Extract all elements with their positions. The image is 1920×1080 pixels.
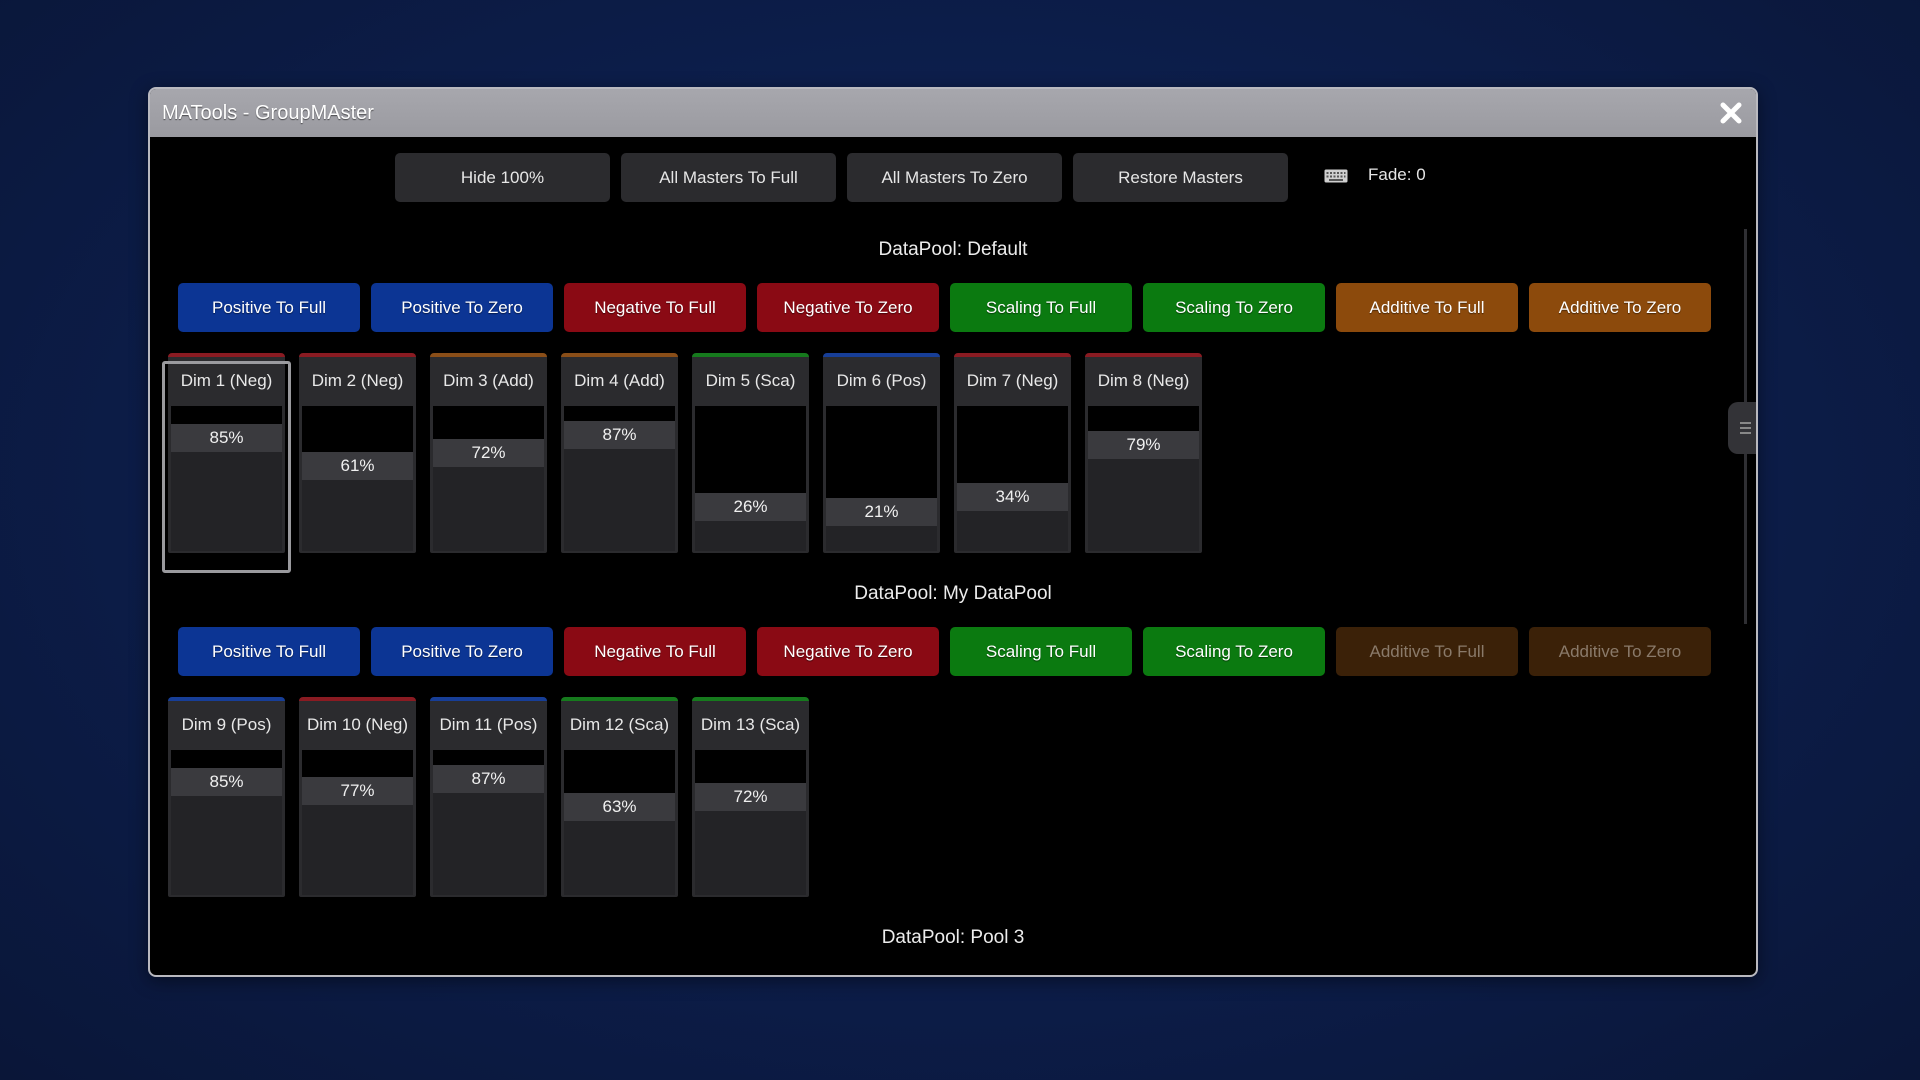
- groupmaster-window: MATools - GroupMAster Hide 100% All Mast…: [148, 87, 1758, 977]
- fader-dim-5-sca[interactable]: Dim 5 (Sca) 26%: [692, 353, 809, 553]
- fader-value[interactable]: 79%: [1088, 431, 1199, 459]
- positive-to-zero-button[interactable]: Positive To Zero: [371, 283, 553, 332]
- scaling-to-zero-button[interactable]: Scaling To Zero: [1143, 627, 1325, 676]
- fader-value[interactable]: 34%: [957, 483, 1068, 511]
- fader-track[interactable]: 72%: [695, 750, 806, 895]
- fader-dim-4-add[interactable]: Dim 4 (Add) 87%: [561, 353, 678, 553]
- fader-fill: [826, 526, 937, 551]
- fader-fill: [302, 480, 413, 551]
- fader-fill: [433, 793, 544, 895]
- datapool-title: DataPool: My DataPool: [854, 583, 1052, 604]
- fader-dim-7-neg[interactable]: Dim 7 (Neg) 34%: [954, 353, 1071, 553]
- all-masters-to-full-button[interactable]: All Masters To Full: [621, 153, 836, 202]
- fader-label: Dim 13 (Sca): [692, 701, 809, 749]
- window-title: MATools - GroupMAster: [162, 102, 374, 124]
- negative-to-full-button[interactable]: Negative To Full: [564, 627, 746, 676]
- fader-label: Dim 8 (Neg): [1085, 357, 1202, 405]
- fader-track[interactable]: 34%: [957, 406, 1068, 551]
- fader-track[interactable]: 77%: [302, 750, 413, 895]
- scaling-to-full-button[interactable]: Scaling To Full: [950, 627, 1132, 676]
- positive-to-zero-button[interactable]: Positive To Zero: [371, 627, 553, 676]
- fader-track[interactable]: 21%: [826, 406, 937, 551]
- fader-value[interactable]: 77%: [302, 777, 413, 805]
- fader-value[interactable]: 72%: [433, 439, 544, 467]
- fader-value[interactable]: 85%: [171, 424, 282, 452]
- fader-track[interactable]: 85%: [171, 750, 282, 895]
- fader-value[interactable]: 63%: [564, 793, 675, 821]
- fader-fill: [564, 821, 675, 895]
- fader-label: Dim 3 (Add): [430, 357, 547, 405]
- fader-fill: [957, 511, 1068, 551]
- fader-fill: [695, 811, 806, 895]
- fader-track[interactable]: 72%: [433, 406, 544, 551]
- additive-to-full-button[interactable]: Additive To Full: [1336, 627, 1518, 676]
- fader-dim-1-neg[interactable]: Dim 1 (Neg) 85%: [168, 353, 285, 553]
- fader-fill: [433, 467, 544, 551]
- fader-value[interactable]: 26%: [695, 493, 806, 521]
- fader-dim-12-sca[interactable]: Dim 12 (Sca) 63%: [561, 697, 678, 897]
- fader-value[interactable]: 72%: [695, 783, 806, 811]
- fader-label: Dim 7 (Neg): [954, 357, 1071, 405]
- fader-value[interactable]: 61%: [302, 452, 413, 480]
- negative-to-zero-button[interactable]: Negative To Zero: [757, 283, 939, 332]
- fader-track[interactable]: 87%: [433, 750, 544, 895]
- fader-dim-8-neg[interactable]: Dim 8 (Neg) 79%: [1085, 353, 1202, 553]
- fader-label: Dim 10 (Neg): [299, 701, 416, 749]
- keyboard-icon[interactable]: [1324, 169, 1348, 183]
- scaling-to-zero-button[interactable]: Scaling To Zero: [1143, 283, 1325, 332]
- fader-label: Dim 1 (Neg): [168, 357, 285, 405]
- positive-to-full-button[interactable]: Positive To Full: [178, 283, 360, 332]
- fader-track[interactable]: 26%: [695, 406, 806, 551]
- fader-track[interactable]: 63%: [564, 750, 675, 895]
- fader-label: Dim 12 (Sca): [561, 701, 678, 749]
- negative-to-zero-button[interactable]: Negative To Zero: [757, 627, 939, 676]
- datapool-title: DataPool: Pool 3: [881, 927, 1025, 948]
- fader-dim-6-pos[interactable]: Dim 6 (Pos) 21%: [823, 353, 940, 553]
- fader-value[interactable]: 87%: [564, 421, 675, 449]
- positive-to-full-button[interactable]: Positive To Full: [178, 627, 360, 676]
- fader-fill: [564, 449, 675, 551]
- scaling-to-full-button[interactable]: Scaling To Full: [950, 283, 1132, 332]
- fader-track[interactable]: 87%: [564, 406, 675, 551]
- fader-fill: [695, 521, 806, 551]
- fader-track[interactable]: 61%: [302, 406, 413, 551]
- fader-dim-10-neg[interactable]: Dim 10 (Neg) 77%: [299, 697, 416, 897]
- fader-dim-13-sca[interactable]: Dim 13 (Sca) 72%: [692, 697, 809, 897]
- restore-masters-button[interactable]: Restore Masters: [1073, 153, 1288, 202]
- fader-label: Dim 11 (Pos): [430, 701, 547, 749]
- close-icon[interactable]: [1716, 98, 1746, 128]
- fader-dim-3-add[interactable]: Dim 3 (Add) 72%: [430, 353, 547, 553]
- fader-fill: [171, 796, 282, 895]
- additive-to-zero-button[interactable]: Additive To Zero: [1529, 283, 1711, 332]
- negative-to-full-button[interactable]: Negative To Full: [564, 283, 746, 332]
- fader-label: Dim 4 (Add): [561, 357, 678, 405]
- hide-100-button[interactable]: Hide 100%: [395, 153, 610, 202]
- additive-to-full-button[interactable]: Additive To Full: [1336, 283, 1518, 332]
- fader-track[interactable]: 79%: [1088, 406, 1199, 551]
- fader-fill: [302, 805, 413, 895]
- fader-label: Dim 6 (Pos): [823, 357, 940, 405]
- fader-dim-2-neg[interactable]: Dim 2 (Neg) 61%: [299, 353, 416, 553]
- fader-dim-11-pos[interactable]: Dim 11 (Pos) 87%: [430, 697, 547, 897]
- fader-fill: [1088, 459, 1199, 551]
- all-masters-to-zero-button[interactable]: All Masters To Zero: [847, 153, 1062, 202]
- fader-value[interactable]: 21%: [826, 498, 937, 526]
- fader-label: Dim 5 (Sca): [692, 357, 809, 405]
- fader-track[interactable]: 85%: [171, 406, 282, 551]
- fader-value[interactable]: 85%: [171, 768, 282, 796]
- fader-value[interactable]: 87%: [433, 765, 544, 793]
- scroll-handle[interactable]: [1728, 402, 1756, 454]
- datapool-title: DataPool: Default: [878, 239, 1028, 260]
- fader-label: Dim 9 (Pos): [168, 701, 285, 749]
- additive-to-zero-button[interactable]: Additive To Zero: [1529, 627, 1711, 676]
- fader-dim-9-pos[interactable]: Dim 9 (Pos) 85%: [168, 697, 285, 897]
- fader-fill: [171, 452, 282, 551]
- title-bar[interactable]: MATools - GroupMAster: [150, 89, 1756, 137]
- fader-label: Dim 2 (Neg): [299, 357, 416, 405]
- fade-readout[interactable]: Fade: 0: [1368, 165, 1426, 185]
